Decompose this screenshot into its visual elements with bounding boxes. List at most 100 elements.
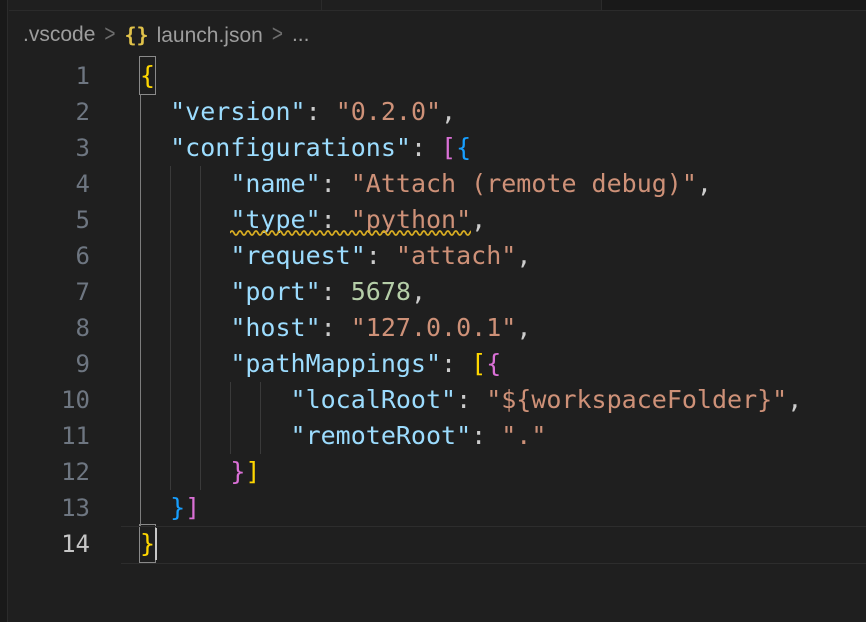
code-token — [140, 421, 291, 450]
line-number[interactable]: 7 — [9, 274, 140, 310]
tab-bar — [9, 0, 866, 11]
code-token — [140, 349, 230, 378]
code-line[interactable]: 3 "configurations": [{ — [9, 130, 866, 166]
code-token: : — [321, 277, 351, 306]
code-token: , — [471, 205, 486, 234]
code-token — [140, 97, 170, 126]
code-token: "remoteRoot" — [291, 421, 472, 450]
code-token: "Attach (remote debug)" — [351, 169, 697, 198]
code-token: { — [456, 133, 471, 162]
code-token: : — [321, 313, 351, 342]
code-text: "name": "Attach (remote debug)", — [140, 166, 866, 202]
code-token: ] — [185, 493, 200, 522]
tab-separator — [321, 0, 322, 10]
code-token — [140, 241, 230, 270]
tab-bar-empty-area — [601, 0, 866, 10]
code-text: "host": "127.0.0.1", — [140, 310, 866, 346]
code-line[interactable]: 8 "host": "127.0.0.1", — [9, 310, 866, 346]
code-token: "127.0.0.1" — [351, 313, 517, 342]
code-token: "python" — [351, 205, 471, 234]
line-number[interactable]: 13 — [9, 490, 140, 526]
line-number[interactable]: 4 — [9, 166, 140, 202]
line-number[interactable]: 1 — [9, 58, 140, 94]
code-token: : — [411, 133, 441, 162]
code-line[interactable]: 9 "pathMappings": [{ — [9, 346, 866, 382]
code-token — [140, 457, 230, 486]
code-text: } — [140, 526, 866, 562]
code-token — [140, 169, 230, 198]
code-token: "attach" — [396, 241, 516, 270]
code-token: "request" — [230, 241, 365, 270]
code-token: , — [441, 97, 456, 126]
window-edge — [0, 0, 8, 622]
code-token: : — [321, 169, 351, 198]
code-token: "port" — [230, 277, 320, 306]
code-text: "configurations": [{ — [140, 130, 866, 166]
chevron-right-icon: > — [104, 21, 115, 49]
code-token: "." — [501, 421, 546, 450]
line-number[interactable]: 5 — [9, 202, 140, 238]
chevron-right-icon: > — [272, 21, 283, 49]
breadcrumb-item-folder[interactable]: .vscode — [23, 23, 95, 47]
code-token: : — [471, 421, 501, 450]
line-number[interactable]: 9 — [9, 346, 140, 382]
line-number[interactable]: 6 — [9, 238, 140, 274]
code-token: , — [411, 277, 426, 306]
code-token: "name" — [230, 169, 320, 198]
breadcrumb-item-file[interactable]: {}launch.json — [124, 23, 262, 48]
code-token: : — [321, 205, 351, 234]
line-number[interactable]: 3 — [9, 130, 140, 166]
code-token: "configurations" — [170, 133, 411, 162]
code-line[interactable]: 4 "name": "Attach (remote debug)", — [9, 166, 866, 202]
code-token — [140, 133, 170, 162]
code-token: { — [486, 349, 501, 378]
line-number[interactable]: 11 — [9, 418, 140, 454]
code-token: [ — [441, 133, 456, 162]
code-line[interactable]: 5 "type": "python", — [9, 202, 866, 238]
code-text: "port": 5678, — [140, 274, 866, 310]
code-line[interactable]: 1{ — [9, 58, 866, 94]
code-token — [140, 493, 170, 522]
code-token: : — [306, 97, 336, 126]
code-text: "type": "python", — [140, 202, 866, 238]
code-token: "pathMappings" — [230, 349, 441, 378]
code-token: "${workspaceFolder}" — [486, 385, 787, 414]
code-text: "request": "attach", — [140, 238, 866, 274]
line-number[interactable]: 12 — [9, 454, 140, 490]
code-token: , — [516, 241, 531, 270]
code-token: , — [787, 385, 802, 414]
code-line[interactable]: 6 "request": "attach", — [9, 238, 866, 274]
line-number[interactable]: 8 — [9, 310, 140, 346]
code-lines: 1{2 "version": "0.2.0",3 "configurations… — [9, 58, 866, 562]
code-token: , — [516, 313, 531, 342]
code-text: "localRoot": "${workspaceFolder}", — [140, 382, 866, 418]
code-line[interactable]: 13 }] — [9, 490, 866, 526]
code-token: "version" — [170, 97, 305, 126]
code-token: [ — [471, 349, 486, 378]
code-line[interactable]: 12 }] — [9, 454, 866, 490]
text-cursor — [155, 528, 157, 560]
tab-separator — [601, 0, 602, 10]
code-token: 5678 — [351, 277, 411, 306]
code-line[interactable]: 14} — [9, 526, 866, 562]
code-line[interactable]: 10 "localRoot": "${workspaceFolder}", — [9, 382, 866, 418]
breadcrumb: .vscode > {}launch.json > ... — [9, 12, 866, 58]
breadcrumb-item-symbol[interactable]: ... — [292, 23, 310, 47]
code-token: ] — [245, 457, 260, 486]
line-number[interactable]: 10 — [9, 382, 140, 418]
code-token: "type" — [230, 205, 320, 234]
code-text: "version": "0.2.0", — [140, 94, 866, 130]
code-line[interactable]: 11 "remoteRoot": "." — [9, 418, 866, 454]
code-token: } — [230, 457, 245, 486]
line-number[interactable]: 2 — [9, 94, 140, 130]
line-number[interactable]: 14 — [9, 526, 140, 562]
code-editor[interactable]: 1{2 "version": "0.2.0",3 "configurations… — [9, 58, 866, 622]
code-token: "host" — [230, 313, 320, 342]
matched-bracket: } — [140, 525, 155, 562]
code-token: "0.2.0" — [336, 97, 441, 126]
code-token: : — [441, 349, 471, 378]
code-line[interactable]: 7 "port": 5678, — [9, 274, 866, 310]
matched-bracket: { — [140, 57, 155, 94]
code-token: : — [366, 241, 396, 270]
code-line[interactable]: 2 "version": "0.2.0", — [9, 94, 866, 130]
